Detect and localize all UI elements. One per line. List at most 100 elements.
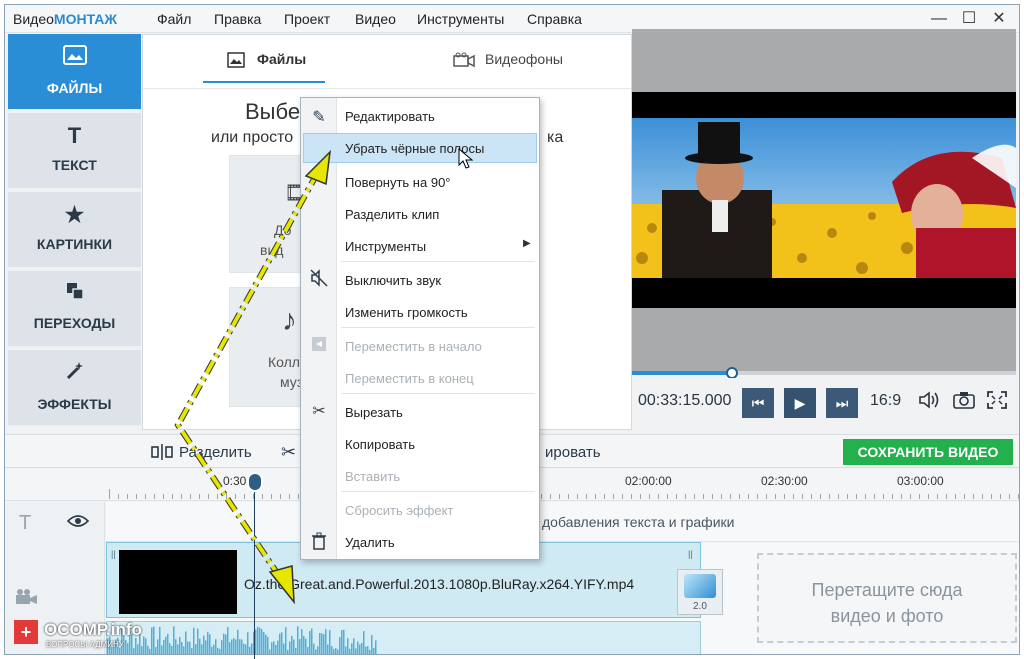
menu-item-move-to-start[interactable]: Переместить в начало xyxy=(345,339,482,354)
menu-help[interactable]: Справка xyxy=(527,11,582,27)
playback-progress[interactable] xyxy=(632,371,1016,375)
pencil-icon: ✎ xyxy=(312,109,326,126)
eye-icon[interactable] xyxy=(66,514,90,531)
play-button[interactable]: ▶ xyxy=(784,388,816,418)
ruler-tick xyxy=(964,494,965,499)
ruler-tick xyxy=(757,494,758,499)
waveform-bar xyxy=(227,627,229,654)
music-collection-tile[interactable]: ♪ Колл муз xyxy=(229,287,309,407)
ruler-tick xyxy=(145,494,146,499)
ruler-tick xyxy=(208,494,209,499)
minimize-button[interactable]: — xyxy=(927,8,951,30)
menu-video[interactable]: Видео xyxy=(355,11,396,27)
waveform-bar xyxy=(367,646,369,654)
waveform-bar xyxy=(215,639,217,654)
tab-video-backgrounds[interactable]: Видеофоны xyxy=(485,51,563,67)
camera-icon[interactable] xyxy=(952,390,976,415)
ruler-tick xyxy=(235,494,236,499)
menu-tools[interactable]: Инструменты xyxy=(417,11,504,27)
close-button[interactable]: ✕ xyxy=(987,8,1011,30)
waveform-bar xyxy=(343,629,345,654)
menu-item-copy[interactable]: Копировать xyxy=(345,437,415,452)
nav-pictures[interactable]: ★ КАРТИНКИ xyxy=(8,192,141,269)
waveform-bar xyxy=(261,629,263,654)
ruler-tick xyxy=(847,494,848,499)
menu-project[interactable]: Проект xyxy=(284,11,330,27)
ruler-tick xyxy=(658,494,659,499)
waveform-bar xyxy=(229,642,231,654)
ruler-label: 03:00:00 xyxy=(897,474,944,488)
waveform-bar xyxy=(365,646,367,654)
menu-item-tools[interactable]: Инструменты xyxy=(345,239,426,254)
waveform-bar xyxy=(305,638,307,654)
ruler-tick xyxy=(577,494,578,499)
waveform-bar xyxy=(275,644,277,654)
waveform-bar xyxy=(251,643,253,654)
nav-transitions[interactable]: ПЕРЕХОДЫ xyxy=(8,271,141,348)
clip-handle-left[interactable]: || xyxy=(111,549,116,559)
waveform-bar xyxy=(347,638,349,654)
aspect-ratio-button[interactable]: 16:9 xyxy=(870,392,901,410)
menu-item-cut[interactable]: Вырезать xyxy=(345,405,403,420)
waveform-bar xyxy=(323,634,325,654)
music-note-icon: ♪ xyxy=(282,304,297,337)
waveform-bar xyxy=(309,630,311,654)
text-track[interactable]: добавления текста и графики xyxy=(106,502,1019,542)
menu-item-reset-effect[interactable]: Сбросить эффект xyxy=(345,503,453,518)
playback-progress-fill xyxy=(632,371,736,375)
menu-item-rotate-90[interactable]: Повернуть на 90° xyxy=(345,175,451,190)
volume-icon[interactable] xyxy=(918,390,942,415)
menu-item-move-to-end[interactable]: Переместить в конец xyxy=(345,371,474,386)
ruler-tick xyxy=(937,494,938,499)
clip-handle-right[interactable]: || xyxy=(688,549,693,559)
add-video-tile[interactable]: 🎞 До вид xyxy=(229,155,312,273)
waveform-bar xyxy=(283,643,285,654)
waveform-bar xyxy=(327,644,329,654)
cut-icon[interactable]: ✂ xyxy=(281,442,296,463)
split-button[interactable]: Разделить xyxy=(179,444,252,461)
copy-button[interactable]: ировать xyxy=(545,444,601,461)
waveform-bar xyxy=(255,629,257,654)
fullscreen-icon[interactable] xyxy=(986,390,1008,415)
menu-item-paste[interactable]: Вставить xyxy=(345,469,400,484)
ruler-tick xyxy=(1009,494,1010,499)
tab-files[interactable]: Файлы xyxy=(257,51,306,67)
ruler-tick xyxy=(784,494,785,499)
waveform-bar xyxy=(351,643,353,654)
waveform-bar xyxy=(361,642,363,654)
ruler-tick xyxy=(730,494,731,499)
menu-item-change-volume[interactable]: Изменить громкость xyxy=(345,305,468,320)
drop-zone[interactable]: Перетащите сюда видео и фото xyxy=(757,553,1017,643)
ruler-tick xyxy=(829,494,830,499)
menu-item-mute[interactable]: Выключить звук xyxy=(345,273,441,288)
timeline-playhead[interactable] xyxy=(254,478,255,659)
transition-block[interactable]: 2.0 xyxy=(677,569,723,615)
ruler-tick xyxy=(838,494,839,499)
ruler-label: 02:00:00 xyxy=(625,474,672,488)
player-controls: 00:33:15.000 ⏮ ▶ ⏭ 16:9 xyxy=(632,378,1016,426)
menu-item-split-clip[interactable]: Разделить клип xyxy=(345,207,439,222)
waveform-bar xyxy=(291,635,293,654)
menu-edit[interactable]: Правка xyxy=(214,11,261,27)
maximize-button[interactable]: ☐ xyxy=(957,8,981,30)
waveform-bar xyxy=(315,649,317,654)
menu-item-delete[interactable]: Удалить xyxy=(345,535,395,550)
waveform-bar xyxy=(293,639,295,654)
ruler-tick xyxy=(901,494,902,499)
playhead-handle[interactable] xyxy=(247,472,263,492)
video-preview xyxy=(632,92,1016,308)
nav-text[interactable]: T ТЕКСТ xyxy=(8,113,141,190)
ruler-tick xyxy=(910,494,911,499)
waveform-bar xyxy=(217,647,219,654)
nav-effects[interactable]: ЭФФЕКТЫ xyxy=(8,350,141,427)
save-video-button[interactable]: СОХРАНИТЬ ВИДЕО xyxy=(843,439,1013,465)
waveform-bar xyxy=(287,649,289,654)
next-frame-button[interactable]: ⏭ xyxy=(826,388,858,418)
nav-files[interactable]: ФАЙЛЫ xyxy=(8,34,141,111)
menu-file[interactable]: Файл xyxy=(157,11,191,27)
menu-item-edit[interactable]: Редактировать xyxy=(345,109,435,124)
trash-icon xyxy=(309,532,329,555)
ruler-tick xyxy=(298,494,299,499)
ruler-tick xyxy=(946,494,947,499)
previous-frame-button[interactable]: ⏮ xyxy=(742,388,774,418)
